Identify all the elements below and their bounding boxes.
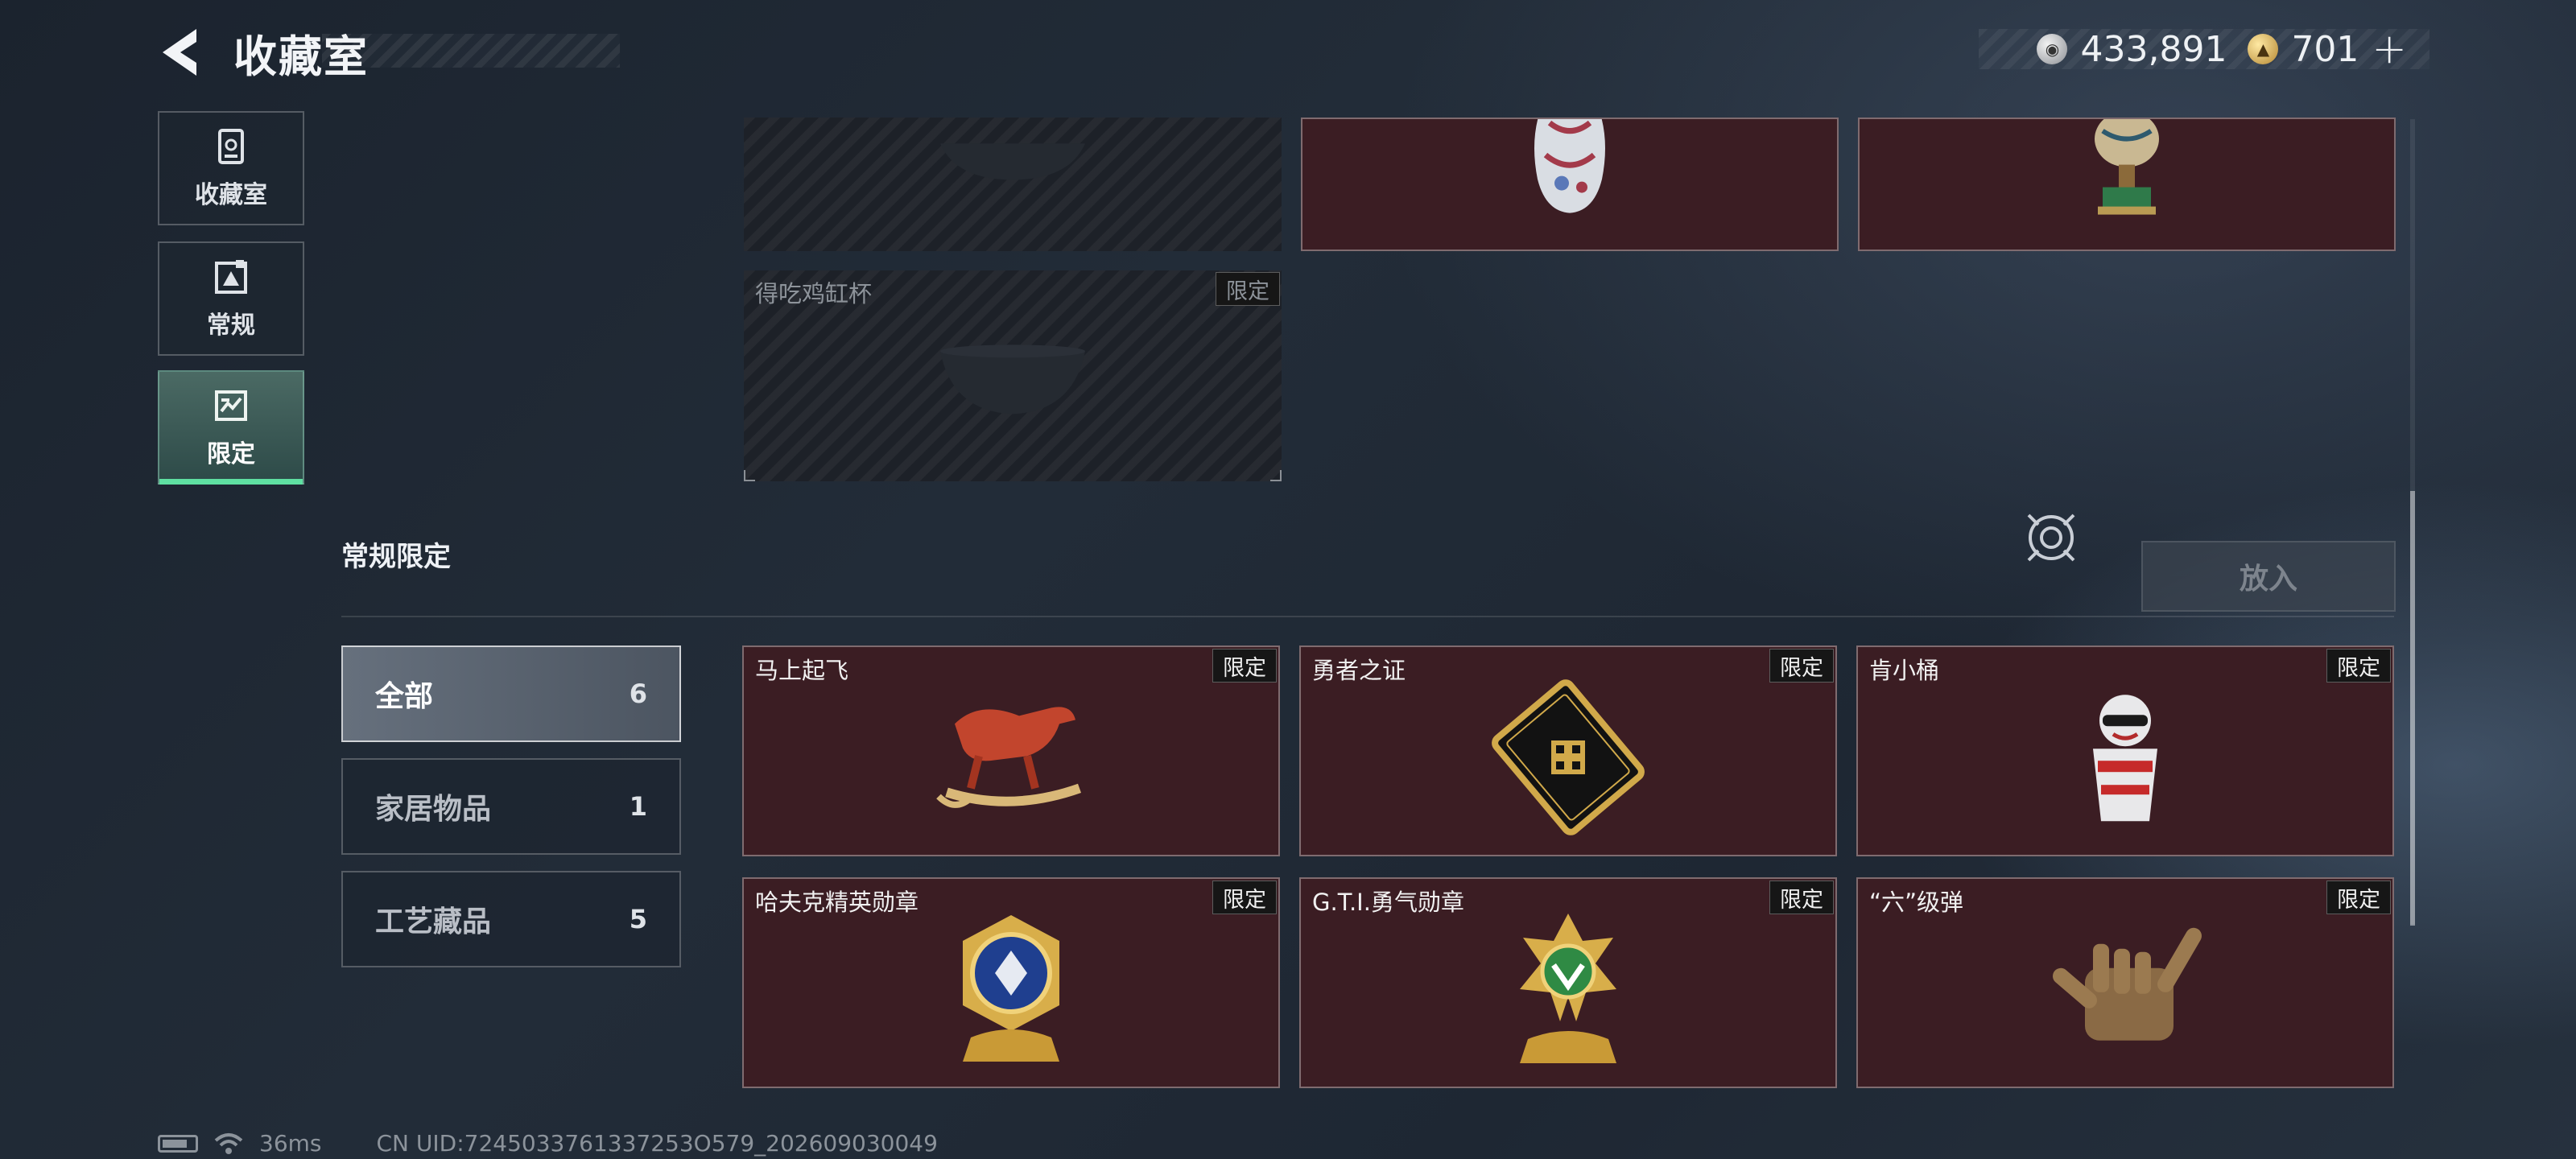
card-name: 得吃鸡缸杯 [755, 280, 873, 307]
courage-medal-icon [1520, 914, 1616, 1063]
section-divider [341, 616, 2394, 617]
category-label: 工艺藏品 [375, 905, 492, 938]
back-button[interactable] [158, 24, 206, 80]
item-card[interactable]: 马上起飞 限定 [742, 645, 1280, 856]
item-card[interactable]: 勇者之证 限定 [1299, 645, 1837, 856]
card-name: “六”级弹 [1869, 889, 1964, 916]
bucket-figure-icon [2093, 695, 2157, 822]
card-name: G.T.I.勇气勋章 [1312, 889, 1464, 916]
limited-tag: 限定 [1769, 649, 1834, 683]
limited-collection-icon [213, 386, 249, 426]
wifi-icon [214, 1132, 243, 1154]
nav-item-regular[interactable]: 常规 [158, 241, 304, 356]
place-in-button[interactable]: 放入 [2141, 541, 2396, 612]
card-name: 马上起飞 [755, 657, 849, 684]
back-arrow-icon [163, 29, 196, 76]
nav-label: 限定 [207, 440, 255, 468]
category-label: 全部 [375, 680, 434, 713]
limited-tag: 限定 [2326, 881, 2391, 914]
limited-tag: 限定 [2326, 649, 2391, 683]
currency-bar: ◉ 433,891 ▲ 701 + [1979, 28, 2429, 70]
silver-coin-value: 433,891 [2080, 28, 2227, 70]
card-name: 勇者之证 [1312, 657, 1406, 684]
category-crafts[interactable]: 工艺藏品 5 [341, 871, 681, 967]
category-label: 家居物品 [375, 793, 492, 826]
rocking-horse-icon [936, 707, 1081, 808]
silver-coin-icon: ◉ [2037, 34, 2068, 64]
collection-card[interactable] [1858, 118, 2396, 251]
scrollbar-thumb[interactable] [2410, 491, 2415, 926]
limited-tag: 限定 [1216, 272, 1280, 306]
category-count: 6 [629, 678, 647, 709]
category-all[interactable]: 全部 6 [341, 645, 681, 742]
trophy-shelf-icon [213, 126, 249, 167]
picture-card-icon [213, 257, 249, 297]
section-title: 常规限定 [341, 541, 451, 573]
bowl-silhouette-icon [940, 143, 1085, 180]
item-card[interactable]: 肯小桶 限定 [1856, 645, 2394, 856]
gold-coin-icon: ▲ [2248, 34, 2279, 64]
card-name: 肯小桶 [1869, 657, 1940, 684]
gold-card-icon [1492, 679, 1645, 835]
add-currency-button[interactable]: + [2372, 28, 2407, 70]
item-card[interactable]: “六”级弹 限定 [1856, 877, 2394, 1088]
bullet-hand-icon [2053, 927, 2202, 1041]
elite-medal-icon [963, 915, 1059, 1062]
battery-icon [158, 1134, 198, 1153]
nav-item-collection[interactable]: 收藏室 [158, 111, 304, 225]
limited-tag: 限定 [1769, 881, 1834, 914]
gold-coin-value: 701 [2291, 28, 2359, 70]
status-bar: 36ms CN UID:7245033761337253O579_2026090… [158, 1130, 938, 1157]
collection-card[interactable]: 得吃鸡缸杯 限定 [744, 270, 1282, 481]
ping-value: 36ms [259, 1130, 322, 1157]
limited-tag: 限定 [1212, 881, 1277, 914]
collection-card[interactable] [744, 118, 1282, 251]
nav-label: 收藏室 [195, 181, 267, 209]
chicken-cup-icon [940, 344, 1085, 415]
item-card[interactable]: 哈夫克精英勋章 限定 [742, 877, 1280, 1088]
porcelain-vase-icon [1534, 119, 1605, 213]
goose-trophy-icon [2095, 119, 2159, 215]
limited-tag: 限定 [1212, 649, 1277, 683]
card-name: 哈夫克精英勋章 [755, 889, 919, 916]
category-count: 1 [629, 791, 647, 822]
target-scope-icon[interactable] [2022, 509, 2080, 567]
category-furniture[interactable]: 家居物品 1 [341, 758, 681, 855]
nav-item-limited[interactable]: 限定 [158, 370, 304, 485]
collection-card[interactable] [1301, 118, 1839, 251]
uid-text: CN UID:7245033761337253O579_202609030049 [376, 1130, 938, 1157]
category-count: 5 [629, 904, 647, 934]
nav-label: 常规 [207, 311, 255, 340]
page-title: 收藏室 [233, 31, 369, 82]
item-card[interactable]: G.T.I.勇气勋章 限定 [1299, 877, 1837, 1088]
